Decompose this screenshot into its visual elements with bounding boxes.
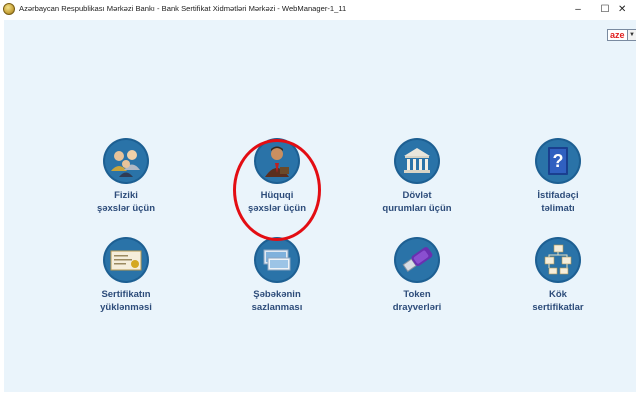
tile-individuals[interactable]: Fiziki şəxslər üçün: [71, 137, 181, 215]
minimize-button[interactable]: –: [563, 0, 593, 20]
tile-label: Sertifikatın yüklənməsi: [100, 289, 152, 313]
tile-label: İstifadəçi təlimatı: [537, 190, 579, 214]
tile-label: Fiziki şəxslər üçün: [96, 190, 156, 214]
certificate-icon: [103, 237, 149, 283]
tile-label: Dövlət qurumları üçün: [382, 190, 452, 214]
tile-token-drivers[interactable]: Token drayverləri: [362, 236, 472, 314]
app-logo-icon: [3, 3, 15, 15]
maximize-button[interactable]: ☐: [590, 0, 620, 20]
window-title: Azərbaycan Respublikası Mərkəzi Bankı - …: [19, 4, 347, 13]
help-book-icon: ?: [535, 138, 581, 184]
language-select[interactable]: aze ▼: [607, 29, 636, 41]
close-button[interactable]: ✕: [618, 0, 636, 20]
language-value[interactable]: aze: [607, 29, 628, 41]
tile-label: Kök sertifikatlar: [532, 289, 584, 313]
tile-certificate-upload[interactable]: Sertifikatın yüklənməsi: [71, 236, 181, 314]
tile-government[interactable]: Dövlət qurumları üçün: [362, 137, 472, 215]
tile-user-manual[interactable]: ? İstifadəçi təlimatı: [503, 137, 613, 215]
chevron-down-icon[interactable]: ▼: [627, 29, 636, 41]
app-window: Azərbaycan Respublikası Mərkəzi Bankı - …: [0, 0, 636, 396]
svg-text:?: ?: [553, 151, 564, 171]
tile-label: Token drayverləri: [392, 289, 442, 313]
title-bar[interactable]: Azərbaycan Respublikası Mərkəzi Bankı - …: [0, 0, 636, 20]
tile-root-certificates[interactable]: Kök sertifikatlar: [503, 236, 613, 314]
usb-token-icon: [394, 237, 440, 283]
tile-label: Hüquqi şəxslər üçün: [247, 190, 307, 214]
tile-label: Şəbəkənin sazlanması: [251, 289, 303, 313]
tile-network-settings[interactable]: Şəbəkənin sazlanması: [222, 236, 332, 314]
businessman-icon: [254, 138, 300, 184]
root-certificates-icon: [535, 237, 581, 283]
government-building-icon: [394, 138, 440, 184]
main-panel: aze ▼ Fiziki şəxslər üçün Hüquqi şəxslər…: [4, 20, 636, 392]
network-settings-icon: [254, 237, 300, 283]
tile-legal-entities[interactable]: Hüquqi şəxslər üçün: [222, 137, 332, 215]
people-group-icon: [103, 138, 149, 184]
